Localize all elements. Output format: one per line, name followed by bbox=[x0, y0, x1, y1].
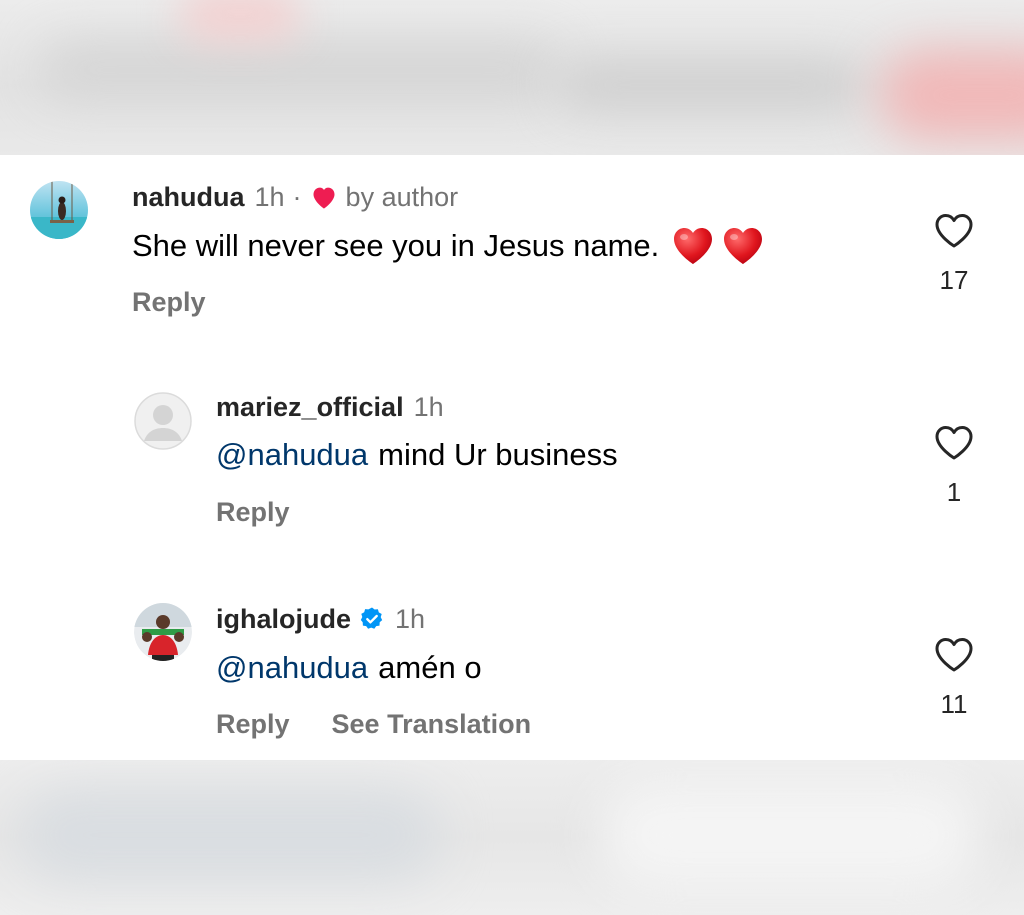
like-heart-icon[interactable] bbox=[932, 637, 976, 673]
comment-text: @nahudua amén o bbox=[216, 648, 482, 688]
separator: · bbox=[292, 182, 302, 212]
timestamp: 1h bbox=[395, 604, 426, 634]
blurred-background-top bbox=[0, 0, 1024, 155]
like-count: 1 bbox=[946, 477, 962, 507]
reply-button[interactable]: Reply bbox=[132, 285, 206, 319]
like-count: 11 bbox=[940, 689, 968, 719]
like-heart-icon[interactable] bbox=[932, 425, 976, 461]
comment-text: She will never see you in Jesus name. bbox=[132, 226, 765, 266]
comment-body: amén o bbox=[378, 650, 482, 685]
like-control: 17 bbox=[932, 213, 976, 295]
comments-panel: nahudua 1h · by author She will never se… bbox=[0, 155, 1024, 760]
mention-link[interactable]: @nahudua bbox=[216, 435, 368, 475]
like-control: 1 bbox=[932, 425, 976, 507]
liked-by-author-label: by author bbox=[345, 182, 459, 212]
comment-actions: Reply bbox=[132, 285, 206, 319]
username[interactable]: ighalojude bbox=[216, 602, 351, 636]
avatar[interactable] bbox=[134, 392, 192, 450]
username[interactable]: nahudua bbox=[132, 180, 245, 214]
like-heart-icon[interactable] bbox=[932, 213, 976, 249]
comment-body: She will never see you in Jesus name. bbox=[132, 228, 660, 263]
username[interactable]: mariez_official bbox=[216, 390, 404, 424]
like-count: 17 bbox=[939, 265, 969, 295]
comment-body: mind Ur business bbox=[378, 437, 618, 472]
avatar[interactable] bbox=[134, 603, 192, 661]
reply-button[interactable]: Reply bbox=[216, 495, 290, 529]
comment-header: mariez_official 1h bbox=[216, 390, 444, 424]
mention-link[interactable]: @nahudua bbox=[216, 648, 368, 688]
timestamp: 1h bbox=[254, 182, 285, 212]
see-translation-button[interactable]: See Translation bbox=[332, 707, 532, 741]
reply-button[interactable]: Reply bbox=[216, 707, 290, 741]
red-heart-emoji-icon bbox=[671, 226, 715, 266]
like-control: 11 bbox=[932, 637, 976, 719]
comment-header: ighalojude 1h bbox=[216, 602, 425, 636]
blurred-background-bottom bbox=[0, 760, 1024, 915]
avatar[interactable] bbox=[30, 181, 88, 239]
verified-badge-icon bbox=[359, 606, 385, 632]
timestamp: 1h bbox=[413, 392, 444, 422]
author-liked-heart-icon bbox=[310, 184, 338, 210]
comment-header: nahudua 1h · by author bbox=[132, 180, 458, 214]
red-heart-emoji-icon bbox=[721, 226, 765, 266]
comment-text: @nahudua mind Ur business bbox=[216, 435, 618, 475]
comment-actions: Reply See Translation bbox=[216, 707, 531, 741]
comment-actions: Reply bbox=[216, 495, 290, 529]
